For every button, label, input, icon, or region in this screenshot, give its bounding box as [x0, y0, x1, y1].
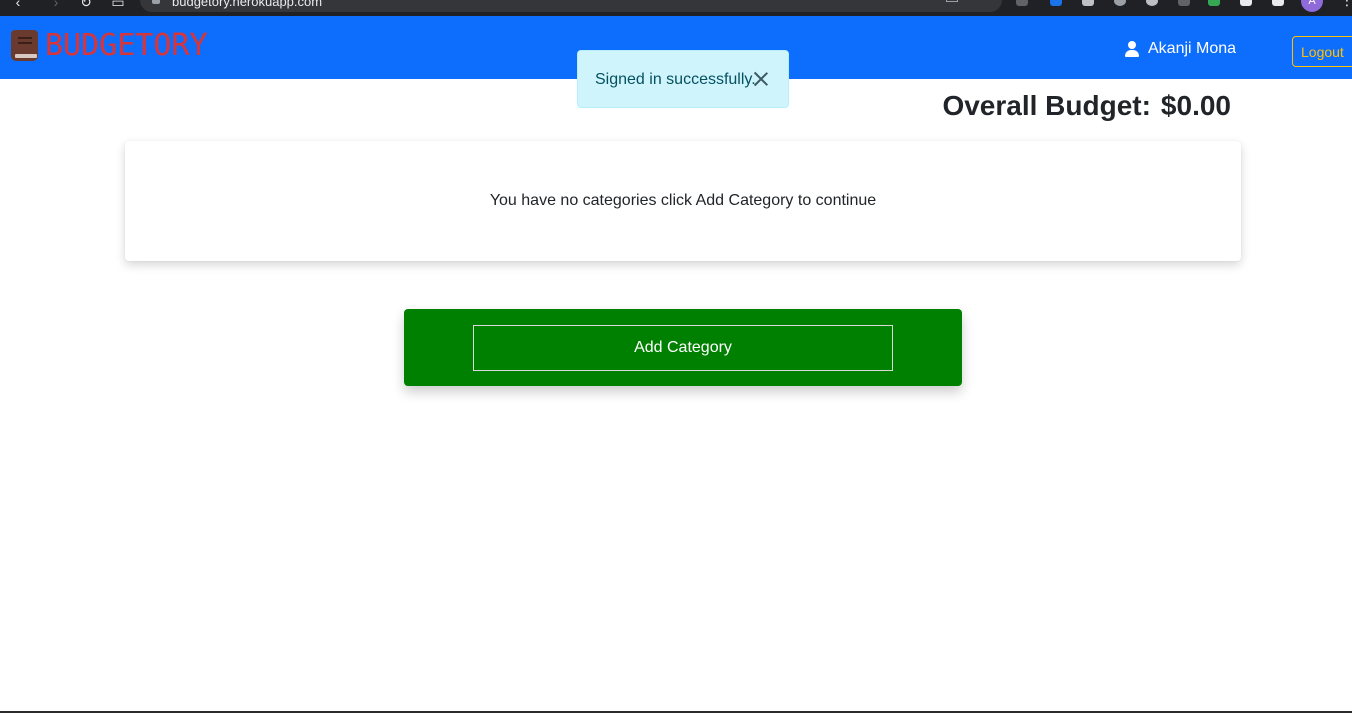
brand-logo[interactable]: BUDGETORY	[11, 28, 208, 64]
address-text: budgetory.herokuapp.com	[172, 0, 323, 9]
add-category-button[interactable]: Add Category	[473, 325, 893, 371]
profile-avatar[interactable]: A	[1301, 0, 1323, 12]
extension-icon[interactable]	[1082, 0, 1094, 6]
extension-icon[interactable]	[1050, 0, 1062, 6]
extension-icon[interactable]	[1016, 0, 1028, 6]
user-menu[interactable]: Akanji Mona	[1124, 38, 1236, 60]
puzzle-icon[interactable]	[1240, 0, 1252, 6]
address-bar[interactable]: budgetory.herokuapp.com ★	[140, 0, 1002, 12]
home-icon[interactable]: ▭	[110, 0, 126, 10]
brand-name: BUDGETORY	[45, 28, 208, 63]
lock-icon	[152, 0, 160, 4]
browser-toolbar: ‹ › ↻ ▭ budgetory.herokuapp.com ★ A ⋮	[0, 0, 1352, 16]
close-icon[interactable]	[753, 71, 769, 87]
extension-icon[interactable]	[1178, 0, 1190, 6]
overall-budget-amount: $0.00	[1160, 90, 1231, 121]
user-icon	[1124, 41, 1140, 57]
page: ‹ › ↻ ▭ budgetory.herokuapp.com ★ A ⋮	[0, 0, 1352, 713]
empty-categories-message: You have no categories click Add Categor…	[489, 192, 877, 209]
forward-icon[interactable]: ›	[48, 0, 64, 10]
more-menu-icon[interactable]: ⋮	[1340, 0, 1352, 9]
extension-icon[interactable]	[1114, 0, 1126, 6]
reload-icon[interactable]: ↻	[78, 0, 94, 10]
logout-button[interactable]: Logout	[1292, 36, 1352, 67]
share-icon[interactable]	[946, 0, 958, 2]
flash-notice: Signed in successfully.	[577, 50, 789, 108]
user-name: Akanji Mona	[1148, 40, 1237, 57]
categories-card: You have no categories click Add Categor…	[125, 141, 1241, 261]
add-category-panel: Add Category	[404, 309, 962, 386]
flash-message: Signed in successfully.	[595, 71, 756, 88]
star-icon[interactable]: ★	[976, 0, 992, 2]
back-icon[interactable]: ‹	[10, 0, 26, 10]
overall-budget: Overall Budget: $0.00	[942, 90, 1231, 122]
extension-icon[interactable]	[1208, 0, 1220, 6]
extension-icon[interactable]	[1146, 0, 1158, 6]
overall-budget-label: Overall Budget:	[942, 90, 1151, 121]
book-icon	[11, 29, 40, 63]
window-icon[interactable]	[1272, 0, 1284, 6]
